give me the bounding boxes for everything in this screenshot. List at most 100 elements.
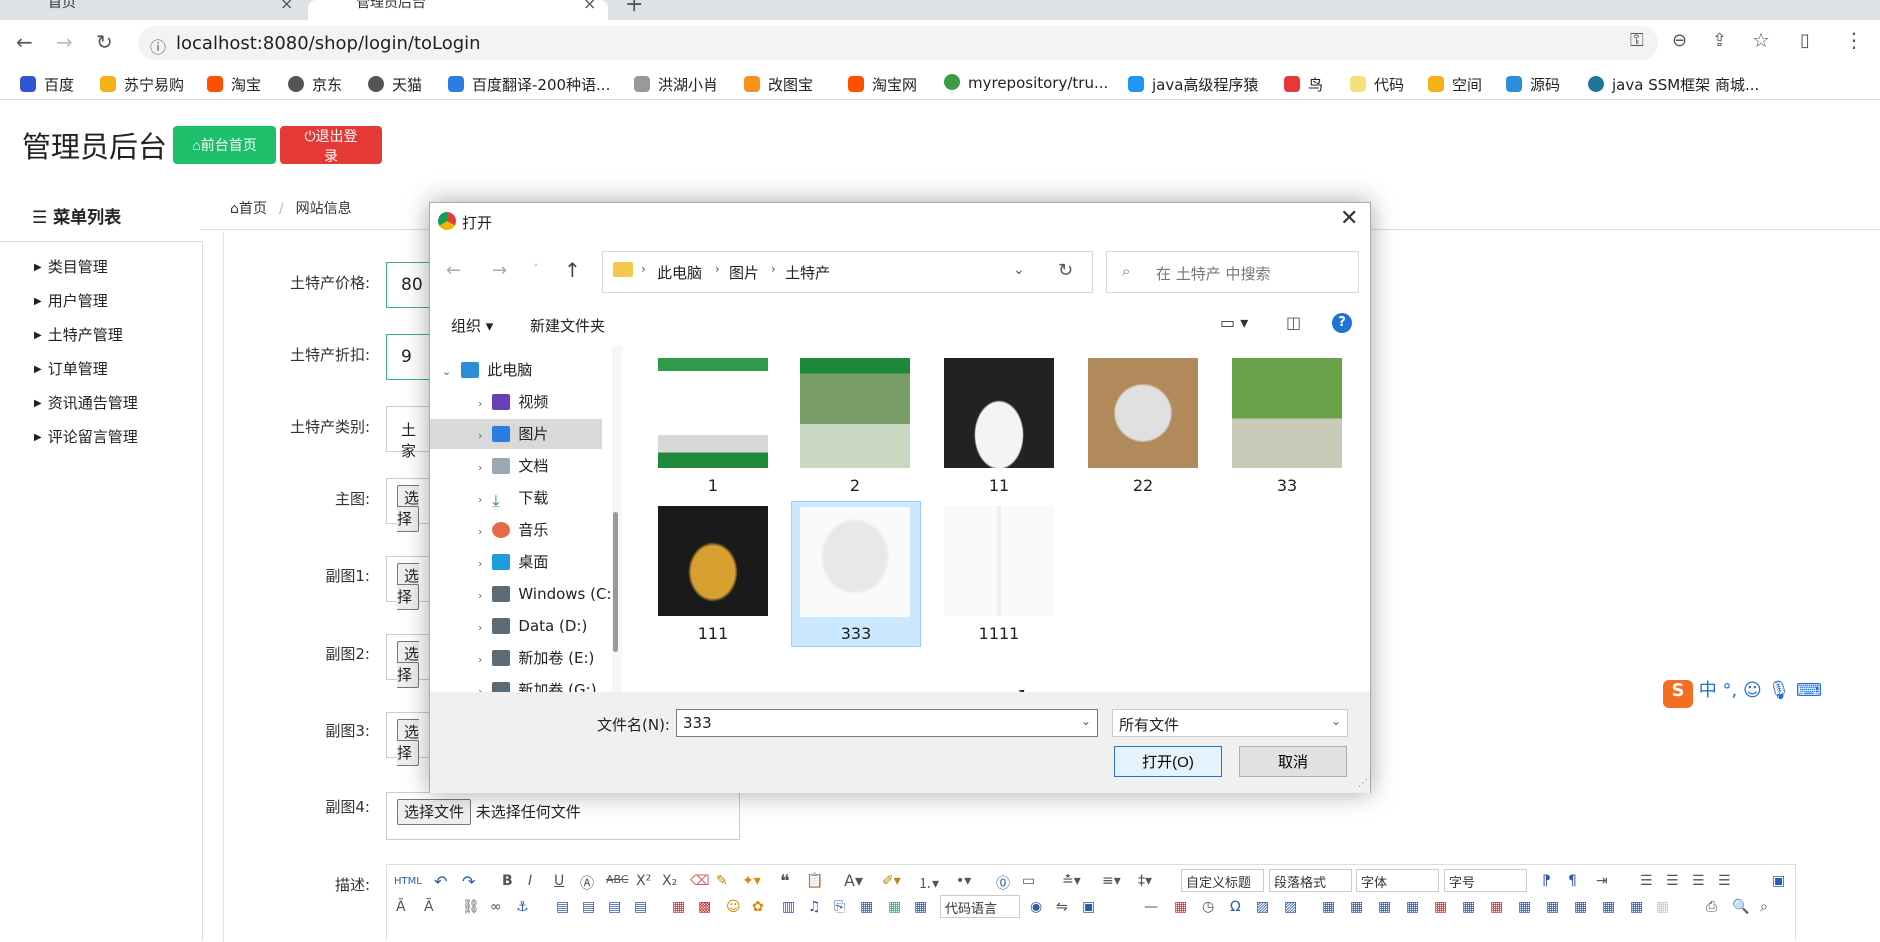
file-item[interactable]: 22	[1088, 358, 1198, 495]
redo-icon[interactable]: ↷	[462, 872, 475, 891]
background-icon[interactable]: ▣	[1082, 899, 1095, 915]
html-source-icon[interactable]: HTML	[394, 876, 422, 887]
merge-cells-icon[interactable]: ▦	[1518, 899, 1531, 915]
image-right-icon[interactable]: ▤	[608, 899, 621, 915]
nav-item-pictures[interactable]: › 图片	[430, 419, 602, 449]
tab-admin[interactable]: 管理员后台	[308, 0, 608, 20]
unordered-list-icon[interactable]: •▾	[956, 873, 971, 889]
undo-icon[interactable]: ↶	[434, 872, 447, 891]
superscript-icon[interactable]: X²	[636, 873, 651, 889]
forward-icon[interactable]: →	[56, 30, 73, 54]
filename-input[interactable]: 333 ⌄	[676, 709, 1098, 737]
ltr-icon[interactable]: ⁋	[1542, 873, 1551, 889]
unlink-icon[interactable]: ⛓	[462, 899, 480, 915]
ordered-list-icon[interactable]: ⒈▾	[918, 873, 939, 893]
cancel-button[interactable]: 取消	[1239, 746, 1347, 777]
nav-item-desktop[interactable]: › 桌面	[450, 547, 623, 577]
anchor-link-icon[interactable]: ∞	[490, 899, 502, 915]
nav-item-drive-c[interactable]: › Windows (C:)	[450, 579, 623, 609]
key-icon[interactable]: ⚿	[1630, 30, 1644, 51]
choose-file-button[interactable]: 选择	[397, 485, 420, 532]
strike-icon[interactable]: ABC	[606, 873, 629, 886]
direction-ltr-icon[interactable]: Ã	[396, 899, 406, 915]
breadcrumb-home[interactable]: 首页	[239, 201, 267, 217]
path-segment[interactable]: 此电脑	[657, 262, 702, 283]
sidebar-item-orders[interactable]: ▶ 订单管理	[34, 358, 108, 379]
choose-file-button[interactable]: 选择文件	[397, 799, 472, 825]
multi-image-icon[interactable]: ▩	[698, 899, 711, 915]
path-segment[interactable]: 图片	[729, 262, 759, 283]
file-item[interactable]: 11	[944, 358, 1054, 495]
margin-top-icon[interactable]: ≡▾	[1102, 873, 1121, 889]
organize-button[interactable]: 组织 ▾	[451, 315, 493, 336]
split-cols-icon[interactable]: ▦	[1656, 899, 1669, 915]
open-button[interactable]: 打开(O)	[1114, 746, 1222, 777]
bookmark-item[interactable]: 苏宁易购	[100, 74, 184, 95]
eraser-icon[interactable]: ⌫	[690, 873, 710, 889]
image-left-icon[interactable]: ▤	[556, 899, 569, 915]
close-icon[interactable]: ✕	[1340, 206, 1358, 231]
paragraph-select[interactable]: 段落格式	[1269, 869, 1352, 892]
recent-dropdown-icon[interactable]: ˅	[533, 262, 539, 275]
help-icon[interactable]: ?	[1332, 313, 1352, 333]
subscript-icon[interactable]: X₂	[662, 873, 677, 889]
price-input[interactable]: 80	[386, 262, 434, 308]
sidepanel-icon[interactable]: ▯	[1800, 30, 1810, 51]
ime-toolbar[interactable]: S 中 °, ☺ 🎙 ⌨	[1663, 676, 1880, 708]
date-icon[interactable]: ▦	[1174, 899, 1187, 915]
spacing-icon[interactable]: ‡▾	[1138, 873, 1152, 889]
insert-paragraph-icon[interactable]: ▦	[1378, 899, 1391, 915]
underline-icon[interactable]: U	[554, 873, 564, 889]
insert-col-icon[interactable]: ▦	[1462, 899, 1475, 915]
snapscreen-icon[interactable]: ▨	[1284, 899, 1297, 915]
line-height-icon[interactable]: ≛▾	[1062, 873, 1081, 889]
up-icon[interactable]: ↑	[564, 258, 581, 282]
info-icon[interactable]: ⓘ	[150, 34, 166, 58]
path-segment[interactable]: 土特产	[785, 262, 830, 283]
rtl-icon[interactable]: ¶	[1568, 873, 1577, 889]
music-icon[interactable]: ♫	[808, 899, 821, 915]
horizontal-rule-icon[interactable]: —	[1144, 899, 1158, 915]
file-item[interactable]: 33	[1232, 358, 1342, 495]
special-char-icon[interactable]: Ω	[1230, 899, 1241, 915]
search-replace-icon[interactable]: ⌕	[1760, 899, 1768, 915]
bookmark-item[interactable]: 淘宝	[207, 74, 261, 95]
bookmark-item[interactable]: 源码	[1506, 74, 1560, 95]
sidebar-item-news[interactable]: ▶ 资讯通告管理	[34, 392, 138, 413]
bookmark-item[interactable]: 百度	[20, 74, 74, 95]
preview-pane-icon[interactable]: ◫	[1286, 313, 1301, 332]
wordimage-icon[interactable]: ▨	[1256, 899, 1269, 915]
merge-down-icon[interactable]: ▦	[1574, 899, 1587, 915]
chevron-down-icon[interactable]: ⌄	[1013, 262, 1025, 278]
url-text[interactable]: localhost:8080/shop/login/toLogin	[176, 33, 481, 54]
new-folder-button[interactable]: 新建文件夹	[530, 315, 605, 336]
delete-col-icon[interactable]: ▦	[1490, 899, 1503, 915]
bookmark-item[interactable]: java SSM框架 商城...	[1588, 74, 1759, 95]
highlight-icon[interactable]: ✐▾	[882, 873, 901, 889]
category-select[interactable]: 土家	[386, 406, 434, 460]
paste-icon[interactable]: 📋	[806, 873, 823, 889]
delete-table-icon[interactable]: ▦	[1350, 899, 1363, 915]
bookmark-item[interactable]: 空间	[1428, 74, 1482, 95]
nav-item-downloads[interactable]: › ⤓ 下载	[450, 483, 623, 513]
nav-item-drive-g[interactable]: › 新加卷 (G:)	[450, 675, 623, 692]
sidebar-item-comments[interactable]: ▶ 评论留言管理	[34, 426, 138, 447]
time-icon[interactable]: ◷	[1202, 899, 1214, 915]
bookmark-item[interactable]: 鸟	[1284, 74, 1323, 95]
file-item[interactable]: 111	[658, 506, 768, 643]
emoji-icon[interactable]: ☺	[726, 899, 741, 915]
image-center-icon[interactable]: ▤	[634, 899, 647, 915]
resize-grip-icon[interactable]: ⋰	[1358, 778, 1368, 789]
insert-row-icon[interactable]: ▦	[1406, 899, 1419, 915]
delete-row-icon[interactable]: ▦	[1434, 899, 1447, 915]
template-icon[interactable]: ⇋	[1056, 899, 1068, 915]
choose-file-button[interactable]: 选择	[397, 641, 420, 688]
quote-icon[interactable]: ❝	[780, 871, 790, 892]
bold-icon[interactable]: B	[502, 873, 513, 889]
fullscreen-icon[interactable]: ▣	[1772, 873, 1785, 889]
sidebar-item-users[interactable]: ▶ 用户管理	[34, 290, 108, 311]
custom-title-select[interactable]: 自定义标题	[1181, 869, 1264, 892]
file-item[interactable]: 1111	[944, 506, 1054, 643]
bookmark-item[interactable]: 淘宝网	[848, 74, 917, 95]
align-center-icon[interactable]: ☰	[1666, 873, 1679, 889]
